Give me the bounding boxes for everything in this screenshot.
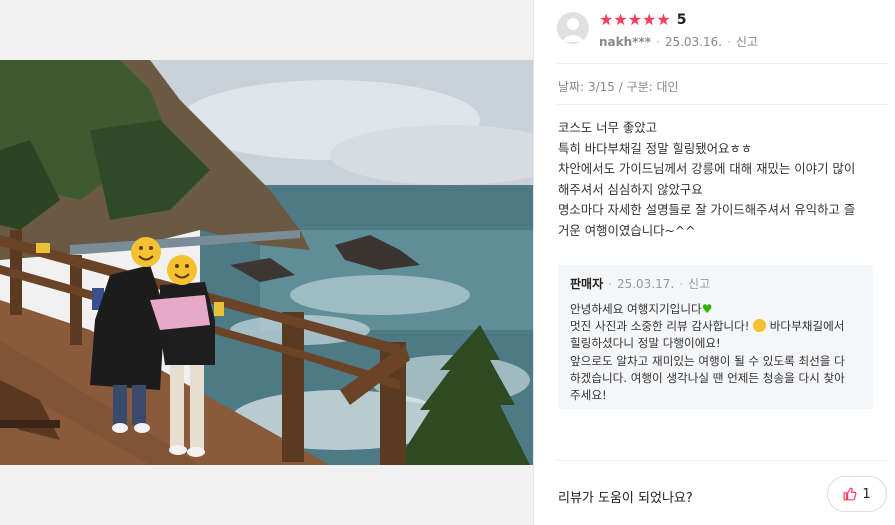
review-line: 해주셔서 심심하지 않았구요 (558, 181, 703, 197)
review-body: 코스도 너무 좋았고 특히 바다부채길 정말 힐링됐어요ㅎㅎ 차안에서도 가이드… (558, 118, 880, 241)
star-icon: ★ (627, 10, 643, 29)
reply-header: 판매자 · 25.03.17. · 신고 (570, 275, 861, 293)
reply-line: 멋진 사진과 소중한 리뷰 감사합니다! 바다부채길에서 (570, 318, 861, 335)
review-option-info: 날짜: 3/15 / 구분: 대인 (558, 80, 679, 94)
separator-dot: · (656, 35, 660, 49)
review-line: 거운 여행이였습니다~^^ (558, 222, 696, 238)
review-line: 코스도 너무 좋았고 (558, 120, 658, 135)
review-photo[interactable] (0, 60, 533, 465)
seller-label: 판매자 (570, 277, 604, 291)
reply-line: 힐링하셨다니 정말 다행이에요! (570, 336, 721, 351)
reply-body: 안녕하세요 여행지기입니다♥ 멋진 사진과 소중한 리뷰 감사합니다! 바다부채… (570, 301, 861, 404)
review-line: 차안에서도 가이드님께서 강릉에 대해 재밌는 이야기 많이 (558, 161, 856, 176)
report-link[interactable]: 신고 (736, 35, 758, 49)
review-line: 명소마다 자세한 설명들로 잘 가이드해주셔서 유익하고 즐 (558, 202, 856, 217)
reply-line: 주세요! (570, 388, 607, 403)
star-rating: ★ ★ ★ ★ ★ 5 (599, 10, 686, 30)
divider (557, 63, 887, 64)
like-count: 1 (862, 486, 871, 502)
separator-dot: · (608, 277, 612, 291)
smile-emoji-icon (753, 319, 767, 333)
reply-report-link[interactable]: 신고 (688, 277, 710, 291)
star-icon: ★ (599, 10, 614, 29)
reply-line-text: 안녕하세요 여행지기입니다 (570, 302, 702, 316)
reply-line: 앞으로도 알차고 재미있는 여행이 될 수 있도록 최선을 다 (570, 353, 845, 368)
separator-dot: · (727, 35, 731, 49)
reply-line: 하겠습니다. 여행이 생각나실 땐 언제든 청송을 다시 찾아 (570, 370, 845, 385)
star-icon: ★ (642, 10, 657, 29)
reviewer-name: nakh*** (599, 35, 651, 49)
avatar (557, 12, 589, 44)
review-meta: nakh*** · 25.03.16. · 신고 (599, 33, 758, 50)
helpful-question: 리뷰가 도움이 되었나요? (558, 491, 693, 506)
green-heart-icon: ♥ (701, 302, 713, 316)
user-icon (561, 18, 585, 42)
photo-panel (0, 0, 533, 525)
review-panel: ★ ★ ★ ★ ★ 5 nakh*** · 25.03.16. · 신고 날짜: 3/1… (533, 0, 895, 525)
reply-line: 안녕하세요 여행지기입니다♥ (570, 301, 861, 318)
review-date: 25.03.16. (664, 35, 723, 49)
rating-value: 5 (676, 12, 687, 28)
star-icon: ★ (656, 10, 671, 29)
reply-line-text: 바다부채길에서 (766, 319, 845, 334)
seller-reply: 판매자 · 25.03.17. · 신고 안녕하세요 여행지기입니다♥ 멋진 사진과 소… (558, 265, 873, 409)
star-icon: ★ (613, 10, 628, 29)
thumbs-up-icon (843, 487, 857, 501)
reply-date: 25.03.17. (616, 277, 675, 291)
review-line: 특히 바다부채길 정말 힐링됐어요ㅎㅎ (558, 140, 753, 156)
reply-line-text: 멋진 사진과 소중한 리뷰 감사합니다! (570, 319, 750, 334)
separator-dot: · (679, 277, 684, 291)
divider (557, 104, 887, 105)
divider (557, 460, 887, 461)
like-button[interactable]: 1 (827, 476, 887, 512)
